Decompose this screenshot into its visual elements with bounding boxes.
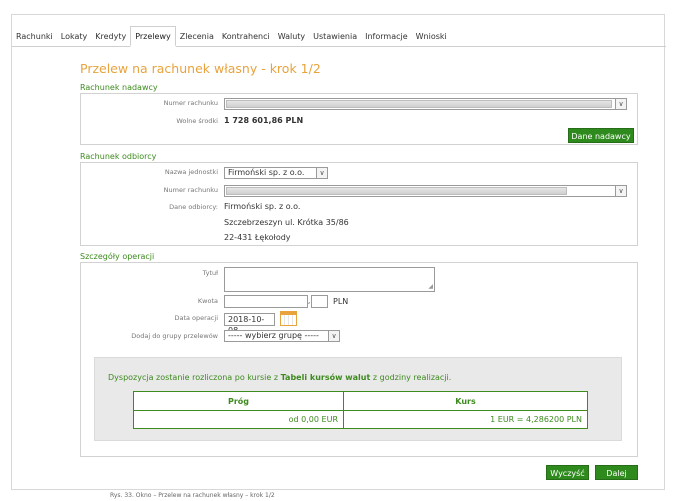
amount-decimal-input[interactable] [311,295,328,308]
resize-handle-icon[interactable]: ◢ [428,283,433,290]
table-header-threshold: Próg [133,391,344,411]
group-value: ----- wybierz grupę ----- [228,331,319,340]
app-frame: Rachunki Lokaty Kredyty Przelewy Zleceni… [11,14,666,490]
clear-button[interactable]: Wyczyść [546,465,589,480]
recipient-data-line3: 22-431 Łękołody [224,233,291,242]
exchange-info-text-end: z godziny realizacji. [370,373,452,382]
sender-box: Numer rachunku ∨ Wolne środki 1 728 601,… [80,93,638,145]
group-select[interactable]: ----- wybierz grupę ----- ∨ [224,330,340,342]
title-textarea[interactable]: ◢ [224,267,435,292]
exchange-info-text: Dyspozycja zostanie rozliczona po kursie… [108,373,451,382]
group-label: Dodaj do grupy przelewów [131,332,218,340]
date-input[interactable]: 2018-10-08 [224,313,275,335]
recipient-account-masked-value [226,187,567,195]
table-cell-rate: 1 EUR = 4,286200 PLN [343,410,588,429]
decimal-comma: , [308,297,311,305]
table-cell-threshold: od 0,00 EUR [133,410,344,429]
currency-label: PLN [333,297,349,306]
title-label: Tytuł [202,269,218,277]
next-button[interactable]: Dalej [595,465,638,480]
exchange-info-text-start: Dyspozycja zostanie rozliczona po kursie… [108,373,281,382]
recipient-account-select[interactable]: ∨ [224,185,627,197]
sender-account-select[interactable]: ∨ [224,98,627,110]
recipient-data-line1: Firmoński sp. z o.o. [224,202,301,211]
nav-item-informacje[interactable]: Informacje [361,27,412,46]
nav-item-kredyty[interactable]: Kredyty [91,27,130,46]
date-label: Data operacji [174,314,218,322]
page-title: Przelew na rachunek własny - krok 1/2 [80,61,321,76]
amount-input[interactable] [224,295,308,308]
sender-account-masked-value [226,100,612,108]
calendar-icon[interactable] [280,311,297,326]
sender-funds-value: 1 728 601,86 PLN [224,116,304,125]
figure-caption: Rys. 33. Okno – Przelew na rachunek włas… [110,492,275,499]
sender-section-title: Rachunek nadawcy [80,83,158,92]
main-nav: Rachunki Lokaty Kredyty Przelewy Zleceni… [12,26,666,47]
recipient-section-title: Rachunek odbiorcy [80,152,157,161]
sender-funds-label: Wolne środki [176,117,218,125]
nav-item-ustawienia[interactable]: Ustawienia [309,27,361,46]
chevron-down-icon: ∨ [615,99,626,109]
chevron-down-icon: ∨ [316,168,327,178]
nav-item-waluty[interactable]: Waluty [274,27,309,46]
nav-item-zlecenia[interactable]: Zlecenia [176,27,218,46]
nav-item-rachunki[interactable]: Rachunki [12,27,57,46]
operation-section-title: Szczegóły operacji [80,252,155,261]
recipient-account-label: Numer rachunku [163,186,218,194]
chevron-down-icon: ∨ [615,186,626,196]
recipient-unit-value: Firmoński sp. z o.o. [228,168,305,177]
table-row: od 0,00 EUR 1 EUR = 4,286200 PLN [133,410,588,429]
amount-label: Kwota [197,297,218,305]
table-header-row: Próg Kurs [133,391,588,411]
nav-item-przelewy[interactable]: Przelewy [130,26,176,47]
nav-item-lokaty[interactable]: Lokaty [57,27,91,46]
sender-account-label: Numer rachunku [163,99,218,107]
recipient-data-label: Dane odbiorcy: [169,203,218,211]
recipient-unit-select[interactable]: Firmoński sp. z o.o. ∨ [224,167,328,179]
sender-data-button[interactable]: Dane nadawcy [568,128,634,143]
table-header-rate: Kurs [343,391,588,411]
exchange-rates-link[interactable]: Tabeli kursów walut [281,373,371,382]
exchange-rates-table: Próg Kurs od 0,00 EUR 1 EUR = 4,286200 P… [133,391,588,429]
nav-item-kontrahenci[interactable]: Kontrahenci [218,27,274,46]
chevron-down-icon: ∨ [328,331,339,341]
exchange-info-panel: Dyspozycja zostanie rozliczona po kursie… [94,357,622,441]
recipient-unit-label: Nazwa jednostki [164,168,218,176]
nav-item-wnioski[interactable]: Wnioski [412,27,451,46]
recipient-data-line2: Szczebrzeszyn ul. Krótka 35/86 [224,218,349,227]
recipient-box: Nazwa jednostki Firmoński sp. z o.o. ∨ N… [80,162,638,246]
